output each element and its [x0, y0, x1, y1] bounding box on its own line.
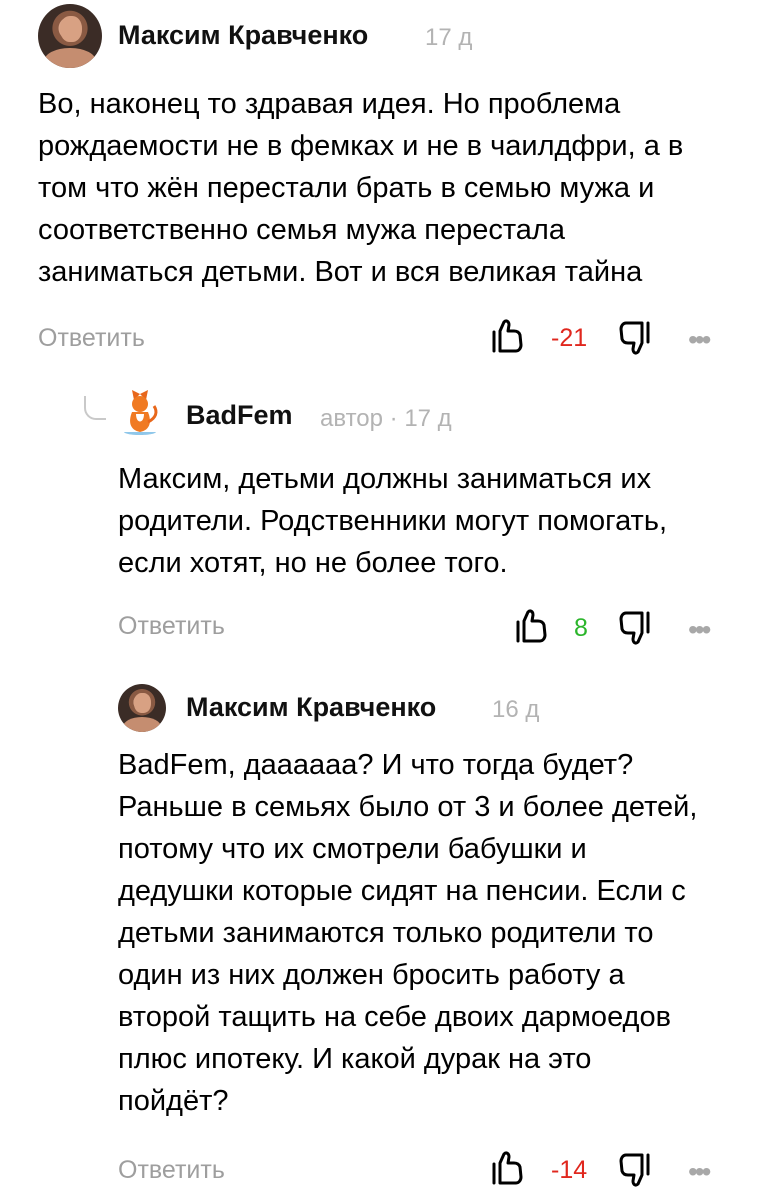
avatar-face: [134, 692, 151, 713]
comment-time: автор · 17 д: [320, 405, 452, 432]
fox-logo[interactable]: [118, 388, 162, 438]
reply-button[interactable]: Ответить: [38, 324, 145, 353]
vote-score: -21: [551, 324, 588, 352]
avatar-shoulders: [44, 47, 96, 68]
comment-text: Максим, детьми должны заниматься их роди…: [118, 463, 668, 579]
thumbs-up-icon[interactable]: [490, 318, 524, 354]
avatar-shoulders: [122, 716, 162, 732]
thumbs-down-icon[interactable]: [618, 610, 652, 646]
author-name[interactable]: Максим Кравченко: [186, 692, 436, 723]
comment: Максим Кравченко 16 д BadFem, даааааа? И…: [0, 670, 769, 1200]
comment: Максим Кравченко 17 д Во, наконец то здр…: [0, 0, 769, 380]
thumbs-up-icon[interactable]: [514, 608, 548, 644]
author-avatar[interactable]: [38, 4, 102, 68]
vote-score: -14: [551, 1156, 588, 1184]
comment-text: Во, наконец то здравая идея. Но проблема…: [38, 88, 684, 288]
avatar-face: [59, 15, 82, 43]
author-avatar[interactable]: [118, 684, 166, 732]
comment: BadFem автор · 17 д Максим, детьми должн…: [0, 380, 769, 670]
thumbs-down-icon[interactable]: [618, 320, 652, 356]
thumbs-up-icon[interactable]: [490, 1150, 524, 1186]
author-name[interactable]: Максим Кравченко: [118, 20, 368, 51]
reply-button[interactable]: Ответить: [118, 1156, 225, 1185]
comment-time: 16 д: [492, 696, 540, 723]
more-dots-icon[interactable]: •••: [688, 1158, 711, 1186]
vote-score: 8: [574, 614, 588, 642]
comment-text: BadFem, даааааа? И что тогда будет? Рань…: [118, 749, 698, 1117]
more-dots-icon[interactable]: •••: [688, 326, 711, 354]
comment-time: 17 д: [425, 24, 473, 51]
author-name[interactable]: BadFem: [186, 400, 293, 431]
reply-button[interactable]: Ответить: [118, 612, 225, 641]
more-dots-icon[interactable]: •••: [688, 616, 711, 644]
thumbs-down-icon[interactable]: [618, 1152, 652, 1188]
reply-thread-icon: [84, 396, 106, 420]
